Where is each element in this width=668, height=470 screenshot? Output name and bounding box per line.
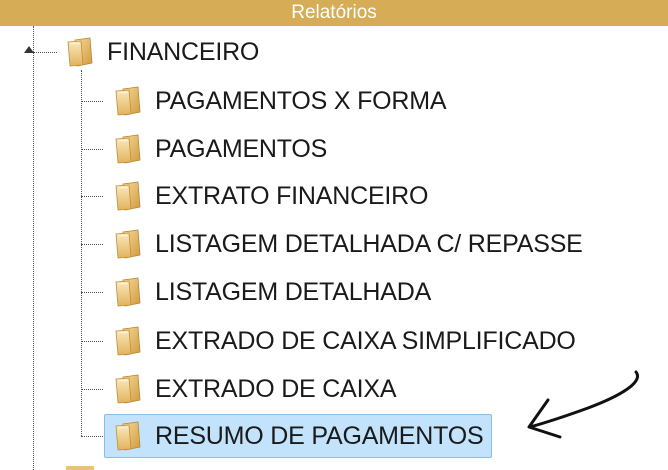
reports-header: Relatórios <box>0 0 668 26</box>
tree-node-label: RESUMO DE PAGAMENTOS <box>155 421 484 450</box>
folder-icon <box>114 277 142 307</box>
tree-node-pagamentos[interactable]: PAGAMENTOS <box>114 129 327 169</box>
tree-line-root-branch <box>33 52 57 53</box>
reports-header-title: Relatórios <box>291 2 377 23</box>
tree-line-branch <box>81 292 103 293</box>
folder-icon <box>114 229 142 259</box>
tree-line-branch <box>81 101 103 102</box>
tree-node-listagem-detalhada[interactable]: LISTAGEM DETALHADA <box>114 272 431 312</box>
tree-node-label: EXTRATO FINANCEIRO <box>155 181 429 210</box>
folder-icon <box>114 421 142 451</box>
tree-node-label: PAGAMENTOS X FORMA <box>155 86 447 115</box>
tree-node-label: LISTAGEM DETALHADA C/ REPASSE <box>155 229 583 258</box>
tree-line-children <box>81 70 82 436</box>
tree-node-extrato-financeiro[interactable]: EXTRATO FINANCEIRO <box>114 176 428 216</box>
tree-line-branch <box>81 436 103 437</box>
tree-line-branch <box>81 341 103 342</box>
annotation-arrow-icon <box>527 370 639 439</box>
folder-icon <box>114 326 142 356</box>
tree-node-label: LISTAGEM DETALHADA <box>155 277 432 306</box>
folder-icon <box>114 181 142 211</box>
folder-icon <box>66 37 94 67</box>
tree-node-label: EXTRADO DE CAIXA <box>155 374 397 403</box>
folder-icon <box>114 374 142 404</box>
tree-node-label: FINANCEIRO <box>107 37 260 66</box>
tree-line-branch <box>81 149 103 150</box>
tree-node-partial <box>66 466 94 470</box>
tree-line-branch <box>81 389 103 390</box>
collapse-toggle-icon[interactable] <box>24 46 34 53</box>
tree-node-label: PAGAMENTOS <box>155 134 328 163</box>
tree-node-extrado-caixa-simplificado[interactable]: EXTRADO DE CAIXA SIMPLIFICADO <box>114 321 576 361</box>
tree-node-resumo-pagamentos[interactable]: RESUMO DE PAGAMENTOS <box>104 414 493 458</box>
tree-line-branch <box>81 196 103 197</box>
tree-line-root <box>33 26 34 470</box>
tree-node-financeiro[interactable]: FINANCEIRO <box>66 32 259 72</box>
tree-node-label: EXTRADO DE CAIXA SIMPLIFICADO <box>155 326 576 355</box>
tree-node-listagem-detalhada-repasse[interactable]: LISTAGEM DETALHADA C/ REPASSE <box>114 224 583 264</box>
tree-line-branch <box>81 244 103 245</box>
tree-node-extrado-caixa[interactable]: EXTRADO DE CAIXA <box>114 369 396 409</box>
folder-icon <box>114 86 142 116</box>
folder-icon <box>114 134 142 164</box>
tree-node-pagamentos-x-forma[interactable]: PAGAMENTOS X FORMA <box>114 81 447 121</box>
